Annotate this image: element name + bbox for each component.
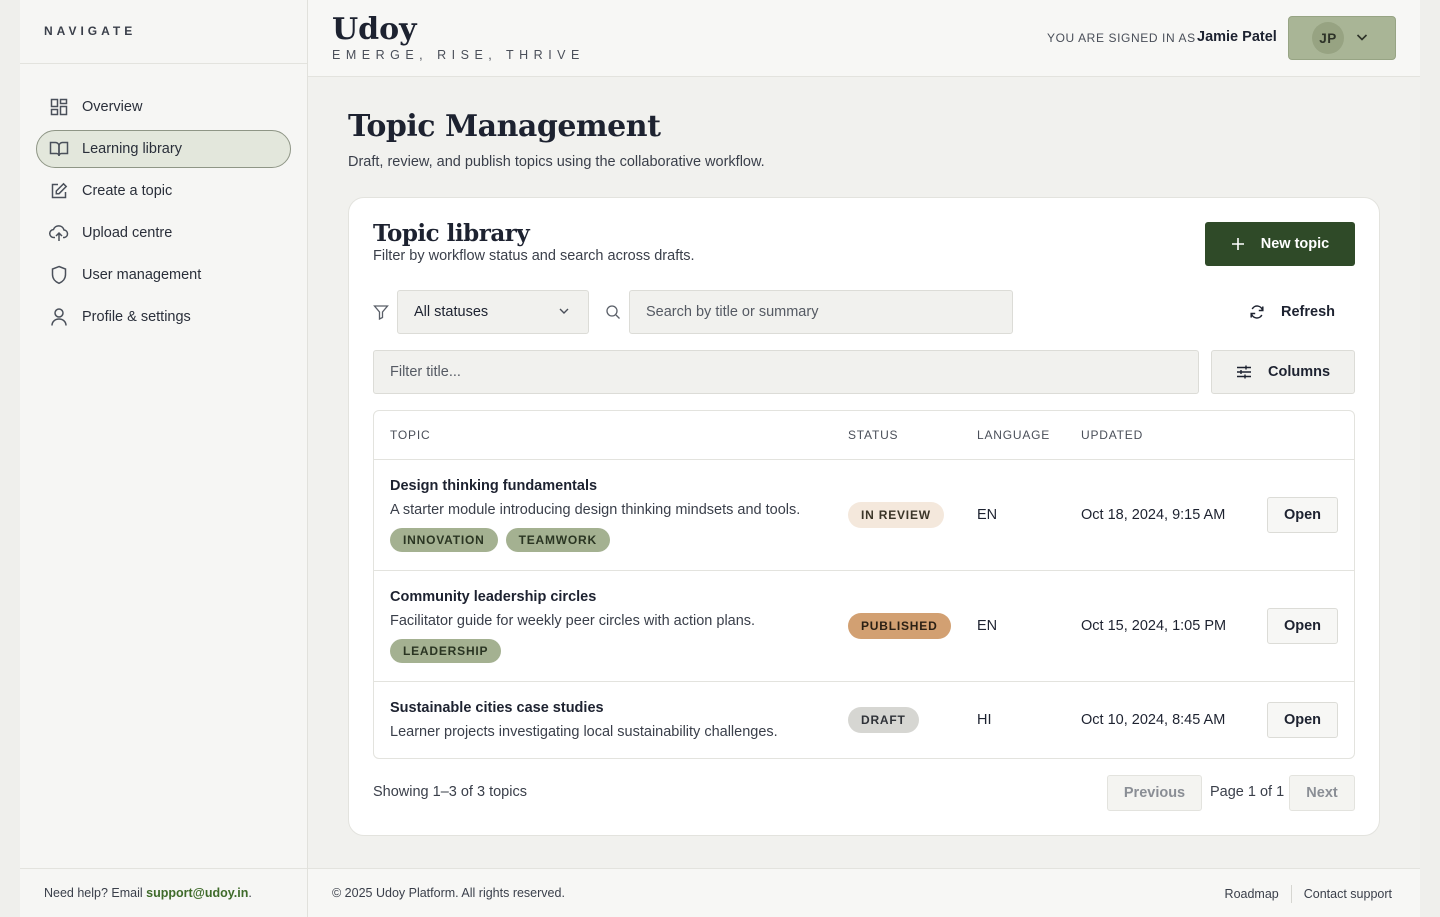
updated-cell: Oct 18, 2024, 9:15 AM: [1081, 507, 1226, 523]
pagination-summary: Showing 1–3 of 3 topics: [373, 784, 527, 800]
sidebar-item-upload-centre[interactable]: Upload centre: [36, 214, 291, 252]
shield-icon: [49, 265, 69, 285]
topic-summary: A starter module introducing design thin…: [390, 502, 801, 518]
refresh-button[interactable]: Refresh: [1229, 290, 1355, 334]
table-row: Sustainable cities case studies Learner …: [374, 682, 1354, 758]
card-subtitle: Filter by workflow status and search acr…: [373, 248, 695, 264]
copyright-text: © 2025 Udoy Platform. All rights reserve…: [332, 886, 565, 900]
page-title: Topic Management: [348, 109, 661, 144]
status-badge: IN REVIEW: [848, 502, 944, 528]
sidebar-heading: NAVIGATE: [44, 24, 137, 38]
page-subtitle: Draft, review, and publish topics using …: [348, 154, 765, 170]
contact-support-link[interactable]: Contact support: [1292, 887, 1404, 901]
sidebar-item-overview[interactable]: Overview: [36, 88, 291, 126]
page-indicator: Page 1 of 1: [1210, 784, 1285, 800]
card-title: Topic library: [373, 220, 530, 247]
sidebar-item-profile-settings[interactable]: Profile & settings: [36, 298, 291, 336]
topics-table: TOPIC STATUS LANGUAGE UPDATED Design thi…: [373, 410, 1355, 759]
grid-icon: [49, 97, 69, 117]
top-header: Udoy EMERGE, RISE, THRIVE YOU ARE SIGNED…: [308, 0, 1420, 77]
table-row: Design thinking fundamentals A starter m…: [374, 460, 1354, 571]
plus-icon: [1231, 237, 1245, 251]
signed-in-label: YOU ARE SIGNED IN AS: [1047, 31, 1196, 45]
user-name: Jamie Patel: [1197, 29, 1277, 45]
updated-cell: Oct 10, 2024, 8:45 AM: [1081, 712, 1226, 728]
edit-icon: [49, 181, 69, 201]
topic-library-card: Topic library Filter by workflow status …: [348, 197, 1380, 836]
column-header-updated[interactable]: UPDATED: [1081, 428, 1143, 442]
sidebar-item-label: Overview: [82, 99, 143, 115]
next-page-button[interactable]: Next: [1289, 775, 1355, 811]
new-topic-button[interactable]: New topic: [1205, 222, 1355, 266]
tag-badge: LEADERSHIP: [390, 639, 502, 663]
filter-icon: [373, 304, 389, 325]
search-input[interactable]: [629, 290, 1013, 334]
sliders-icon: [1236, 364, 1252, 380]
page-footer: © 2025 Udoy Platform. All rights reserve…: [308, 868, 1420, 917]
sidebar-item-label: Upload centre: [82, 225, 173, 241]
refresh-icon: [1249, 304, 1265, 320]
sidebar-nav: Overview Learning library Create a topic…: [36, 88, 291, 340]
sidebar-item-user-management[interactable]: User management: [36, 256, 291, 294]
status-badge: DRAFT: [848, 707, 919, 733]
sidebar-item-create-topic[interactable]: Create a topic: [36, 172, 291, 210]
status-badge: PUBLISHED: [848, 613, 951, 639]
sidebar-item-label: Learning library: [82, 141, 182, 157]
help-suffix: .: [248, 886, 252, 900]
topic-tags: INNOVATION TEAMWORK: [390, 528, 610, 552]
sidebar: NAVIGATE Overview Learning library Creat…: [20, 0, 308, 917]
status-filter-value: All statuses: [414, 304, 489, 320]
refresh-label: Refresh: [1281, 304, 1335, 320]
sidebar-item-learning-library[interactable]: Learning library: [36, 130, 291, 168]
title-filter-input[interactable]: [373, 350, 1199, 394]
search-icon: [605, 304, 621, 325]
column-header-language[interactable]: LANGUAGE: [977, 428, 1050, 442]
chevron-down-icon: [1355, 30, 1369, 49]
language-cell: EN: [977, 618, 998, 634]
columns-label: Columns: [1267, 364, 1331, 380]
table-row: Community leadership circles Facilitator…: [374, 571, 1354, 682]
app-shell: NAVIGATE Overview Learning library Creat…: [20, 0, 1420, 917]
help-prefix: Need help? Email: [44, 886, 147, 900]
topic-title: Community leadership circles: [390, 589, 597, 605]
open-topic-button[interactable]: Open: [1267, 497, 1338, 533]
brand-logo[interactable]: Udoy: [332, 12, 417, 47]
open-topic-button[interactable]: Open: [1267, 702, 1338, 738]
chevron-down-icon: [558, 305, 570, 321]
status-filter-select[interactable]: All statuses: [397, 290, 589, 334]
book-icon: [49, 139, 69, 159]
tag-badge: INNOVATION: [390, 528, 498, 552]
sidebar-item-label: Profile & settings: [82, 309, 191, 325]
topic-tags: LEADERSHIP: [390, 639, 502, 663]
language-cell: EN: [977, 507, 998, 523]
roadmap-link[interactable]: Roadmap: [1213, 887, 1291, 901]
sidebar-item-label: Create a topic: [82, 183, 173, 199]
user-icon: [49, 307, 69, 327]
topic-summary: Facilitator guide for weekly peer circle…: [390, 613, 756, 629]
table-header: TOPIC STATUS LANGUAGE UPDATED: [374, 411, 1354, 460]
column-header-status[interactable]: STATUS: [848, 428, 898, 442]
language-cell: HI: [977, 712, 992, 728]
columns-button[interactable]: Columns: [1211, 350, 1355, 394]
brand-tagline: EMERGE, RISE, THRIVE: [332, 48, 585, 62]
topic-title: Sustainable cities case studies: [390, 700, 604, 716]
previous-page-button[interactable]: Previous: [1107, 775, 1202, 811]
open-topic-button[interactable]: Open: [1267, 608, 1338, 644]
new-topic-label: New topic: [1260, 236, 1330, 252]
footer-links: Roadmap Contact support: [1213, 885, 1404, 903]
cloud-upload-icon: [49, 223, 69, 243]
column-header-topic[interactable]: TOPIC: [390, 428, 430, 442]
avatar: JP: [1312, 22, 1344, 54]
topic-title: Design thinking fundamentals: [390, 478, 598, 494]
sidebar-divider: [20, 63, 307, 64]
user-menu-button[interactable]: JP: [1288, 16, 1396, 60]
tag-badge: TEAMWORK: [505, 528, 610, 552]
sidebar-item-label: User management: [82, 267, 202, 283]
updated-cell: Oct 15, 2024, 1:05 PM: [1081, 618, 1227, 634]
help-text: Need help? Email support@udoy.in.: [20, 868, 307, 917]
support-email-link[interactable]: support@udoy.in: [146, 886, 248, 900]
topic-summary: Learner projects investigating local sus…: [390, 724, 778, 740]
